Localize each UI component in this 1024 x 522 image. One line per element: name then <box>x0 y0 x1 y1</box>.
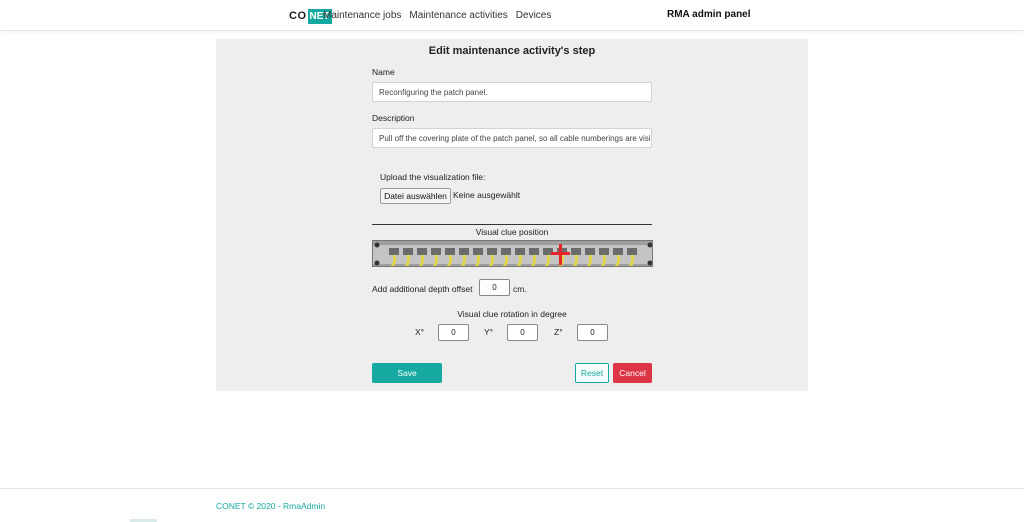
cancel-button[interactable]: Cancel <box>613 363 652 383</box>
top-navbar: CO NET Maintenance jobs Maintenance acti… <box>0 0 1024 31</box>
nav-link-maintenance-jobs[interactable]: Maintenance jobs <box>323 10 401 21</box>
patch-panel-illustration <box>373 241 652 266</box>
rotation-x-label: X° <box>415 327 425 337</box>
depth-unit-label: cm. <box>513 284 527 294</box>
file-status-text: Keine ausgewählt <box>453 190 521 200</box>
nav-links: Maintenance jobs Maintenance activities … <box>323 10 551 21</box>
rotation-x-input[interactable]: 0 <box>438 324 469 341</box>
rotation-z-label: Z° <box>554 327 563 337</box>
rotation-y-label: Y° <box>484 327 494 337</box>
reset-button[interactable]: Reset <box>575 363 609 383</box>
save-button[interactable]: Save <box>372 363 442 383</box>
form-title: Edit maintenance activity's step <box>428 45 596 57</box>
depth-offset-input[interactable]: 0 <box>479 279 510 296</box>
rotation-y-input[interactable]: 0 <box>507 324 538 341</box>
name-label: Name <box>372 67 395 77</box>
logo-text-co: CO <box>289 10 307 22</box>
rotation-label: Visual clue rotation in degree <box>457 309 567 319</box>
nav-link-maintenance-activities[interactable]: Maintenance activities <box>409 10 507 21</box>
section-divider <box>372 224 652 225</box>
description-label: Description <box>372 113 415 123</box>
panel-title: RMA admin panel <box>667 9 751 20</box>
upload-label: Upload the visualization file: <box>380 172 486 182</box>
choose-file-button[interactable]: Datei auswählen <box>380 188 451 204</box>
depth-offset-label: Add additional depth offset <box>372 284 473 294</box>
footer-copyright: CONET © 2020 - RmaAdmin <box>216 501 326 511</box>
name-input[interactable]: Reconfiguring the patch panel. <box>372 82 652 102</box>
rotation-z-input[interactable]: 0 <box>577 324 608 341</box>
description-input[interactable]: Pull off the covering plate of the patch… <box>372 128 652 148</box>
edit-step-card: Edit maintenance activity's step Name Re… <box>216 39 808 391</box>
visual-clue-label: Visual clue position <box>475 227 549 237</box>
nav-link-devices[interactable]: Devices <box>516 10 552 21</box>
page-footer: CONET © 2020 - RmaAdmin <box>0 488 1024 522</box>
patch-panel-image[interactable] <box>372 240 653 267</box>
